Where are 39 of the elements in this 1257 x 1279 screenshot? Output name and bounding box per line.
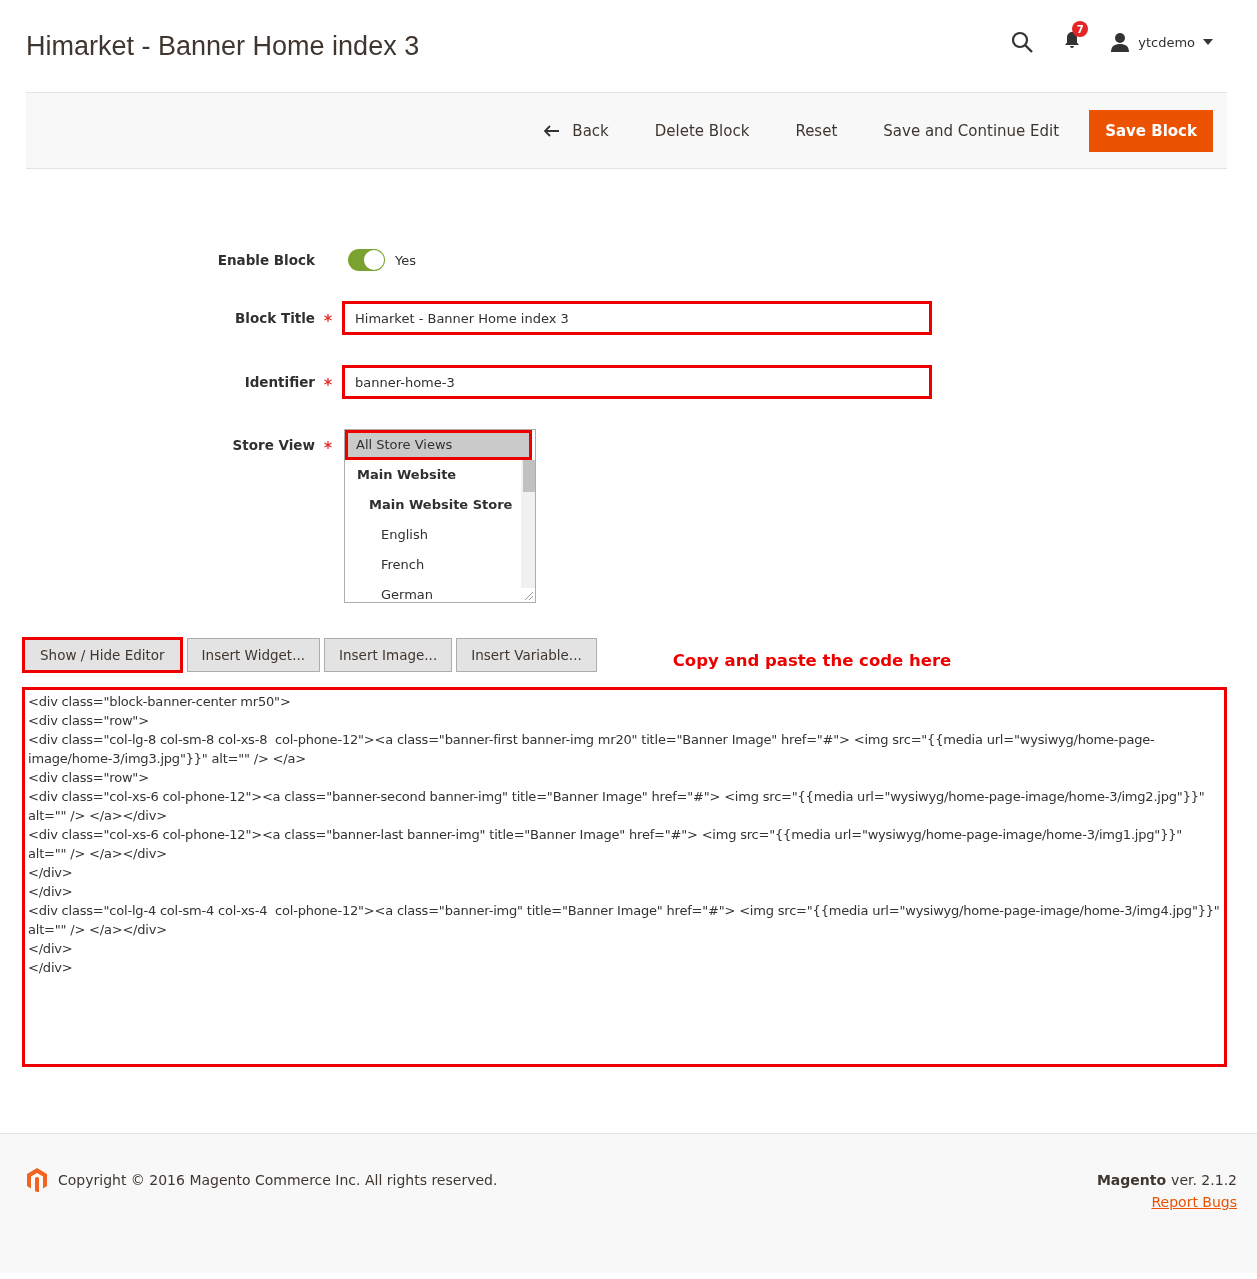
field-label: Identifier [244,374,315,390]
editor-button[interactable]: Insert Widget... [186,638,321,672]
arrow-left-icon [544,124,561,137]
list-option[interactable]: German [345,580,521,602]
search-icon[interactable] [1010,30,1035,54]
field-label: Store View [232,437,315,453]
editor-button[interactable]: Show / Hide Editor [22,637,183,673]
store-view-list[interactable]: All Store Views Main Website Main Website Store English French German [344,429,536,603]
list-option[interactable]: Main Website Store [345,490,521,520]
save-button[interactable]: Save Block [1089,109,1213,152]
list-option[interactable]: Main Website [345,460,521,490]
user-icon [1110,32,1131,52]
action-button[interactable]: Delete Block [632,109,772,152]
action-button[interactable]: Save and Continue Edit [861,109,1082,152]
version-text: ver. 2.1.2 [1171,1172,1237,1188]
copyright-text: Copyright © 2016 Magento Commerce Inc. All rights reserved. [58,1172,498,1188]
notification-count: 7 [1072,21,1089,37]
user-menu[interactable]: ytcdemo [1110,32,1213,52]
caret-icon [1203,39,1213,45]
editor-button[interactable]: Insert Image... [324,638,453,672]
text-field[interactable]: Himarket - Banner Home index 3 [342,301,932,335]
brand-name: Magento [1096,1172,1167,1188]
toggle-switch[interactable] [348,249,385,271]
editor-button[interactable]: Insert Variable... [456,638,597,672]
field-label: Enable Block [217,252,315,268]
text-field[interactable]: banner-home-3 [342,365,932,399]
list-option[interactable]: French [345,550,521,580]
scrollbar[interactable] [521,460,535,588]
resize-handle-icon [525,592,533,600]
list-option[interactable]: All Store Views [345,430,532,460]
list-option[interactable]: English [345,520,521,550]
code-field[interactable]: <div class="block-banner-center mr50"> <div class="row"> <div class="col-lg-8 col-sm-8 col-xs-8 col-phone-12"><a class="banner-first banner-img mr20" title="Banner Image" href="#"> <img src="{{media url="wysiwyg/home-page-image/home-3/img3.jpg"}}" alt="" /> </a> <div class="row"> <div class="col-xs-6 col-phone-12"><a class="banner-second banner-img" title="Banner Image" href="#"> <img src="{{media url="wysiwyg/home-page-image/home-3/img2.jpg"}}" alt="" /> </a></div> <div class="col-xs-6 col-phone-12"><a class="banner-last banner-img" title="Banner Image" href="#"> <img src="{{media url="wysiwyg/home-page-image/home-3/img1.jpg"}}" alt="" /> </a></div> </div> </div> <div class="col-lg-4 col-sm-4 col-xs-4 col-phone-12"><a class="banner-img" title="Banner Image" href="#"> <img src="{{media url="wysiwyg/home-page-image/home-3/img4.jpg"}}" alt="" /> </a></div> </div> </div> [22,687,1227,1067]
field-label: Block Title [235,310,315,326]
back-button[interactable]: Back [522,109,631,152]
toggle-label: Yes [395,252,416,268]
annotation-text: Copy and paste the code here [672,650,952,670]
action-button[interactable]: Reset [773,109,860,152]
page-title: Himarket - Banner Home index 3 [26,30,420,62]
logo-icon [26,1168,48,1192]
